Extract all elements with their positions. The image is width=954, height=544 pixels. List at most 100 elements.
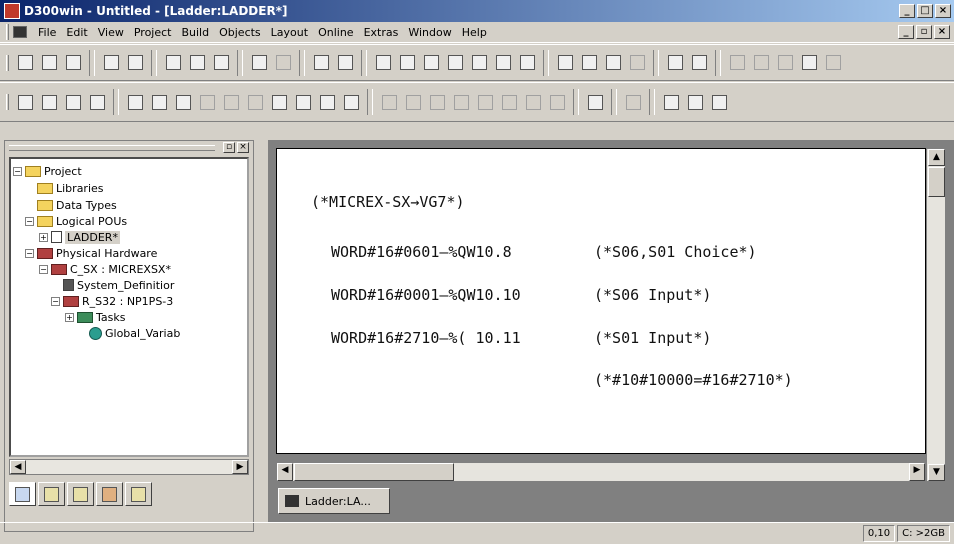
pointer-icon[interactable]: [148, 91, 170, 113]
open-contact-icon[interactable]: [378, 91, 400, 113]
expand-icon[interactable]: +: [39, 232, 48, 242]
expand-icon[interactable]: +: [65, 312, 74, 322]
new-icon[interactable]: [14, 52, 36, 74]
variables-tab-icon[interactable]: [125, 482, 152, 506]
pane-splitter[interactable]: [258, 140, 266, 532]
maximize-button[interactable]: □: [917, 4, 933, 18]
undo-icon[interactable]: [248, 52, 270, 74]
assign-line-1[interactable]: WORD#16#0601—%QW10.8: [331, 243, 512, 261]
build-icon[interactable]: [492, 52, 514, 74]
collapse-icon[interactable]: −: [51, 296, 60, 306]
menu-extras[interactable]: Extras: [359, 26, 404, 39]
paste-icon[interactable]: [210, 52, 232, 74]
variable-icon[interactable]: [798, 52, 820, 74]
menu-file[interactable]: File: [33, 26, 61, 39]
pou-icon[interactable]: [14, 91, 36, 113]
pane-restore-button[interactable]: ▫: [223, 142, 235, 153]
app-icon[interactable]: [4, 3, 20, 19]
editor-vertical-scrollbar[interactable]: ▲ ▼: [926, 148, 946, 482]
jump-icon[interactable]: [244, 91, 266, 113]
collapse-icon[interactable]: −: [13, 166, 22, 176]
block-insert-icon[interactable]: [660, 91, 682, 113]
diagram-icon[interactable]: [822, 52, 844, 74]
scroll-right-icon[interactable]: ▶: [232, 460, 248, 474]
tree-node-libraries[interactable]: Libraries: [37, 180, 104, 196]
contact-icon[interactable]: [774, 52, 796, 74]
menu-window[interactable]: Window: [403, 26, 456, 39]
pou-close-icon[interactable]: [86, 91, 108, 113]
return-icon[interactable]: [684, 91, 706, 113]
scroll-right-icon[interactable]: ▶: [909, 463, 925, 481]
tree-node-tasks[interactable]: + Tasks: [65, 309, 125, 325]
neg-edge-icon[interactable]: [450, 91, 472, 113]
output-icon[interactable]: [622, 91, 644, 113]
minimize-button[interactable]: _: [899, 4, 915, 18]
window-icon[interactable]: [396, 52, 418, 74]
grid-tab-icon[interactable]: [96, 482, 123, 506]
scroll-thumb[interactable]: [294, 463, 454, 481]
pou-open-icon[interactable]: [62, 91, 84, 113]
comment-line-1[interactable]: (*S06,S01 Choice*): [594, 243, 757, 261]
pos-edge-icon[interactable]: [426, 91, 448, 113]
ladder-editor[interactable]: (*MICREX-SX→VG7*) WORD#16#0601—%QW10.8 (…: [276, 148, 926, 454]
scroll-thumb[interactable]: [928, 167, 945, 197]
closed-contact-icon[interactable]: [402, 91, 424, 113]
compile-icon[interactable]: [444, 52, 466, 74]
tree-node-resource[interactable]: − R_S32 : NP1PS-3: [51, 293, 173, 309]
menu-grip[interactable]: [6, 24, 9, 40]
tree-node-configuration[interactable]: − C_SX : MICREXSX*: [39, 261, 171, 277]
menu-build[interactable]: Build: [176, 26, 214, 39]
comment-line-4[interactable]: (*#10#10000=#16#2710*): [594, 371, 793, 389]
toolbar-grip[interactable]: [6, 54, 9, 71]
document-menu-icon[interactable]: [13, 26, 27, 38]
pause-icon[interactable]: [750, 52, 772, 74]
menu-edit[interactable]: Edit: [61, 26, 92, 39]
tree-node-physical-hardware[interactable]: − Physical Hardware: [25, 245, 157, 261]
transfer-icon[interactable]: [578, 52, 600, 74]
collapse-icon[interactable]: −: [39, 264, 48, 274]
copy-icon[interactable]: [186, 52, 208, 74]
print-icon[interactable]: [124, 52, 146, 74]
tree-horizontal-scrollbar[interactable]: ◀ ▶: [9, 459, 249, 475]
scroll-up-icon[interactable]: ▲: [928, 149, 945, 166]
save-icon[interactable]: [62, 52, 84, 74]
close-button[interactable]: ×: [935, 4, 951, 18]
collapse-icon[interactable]: −: [25, 216, 34, 226]
comment-title[interactable]: (*MICREX-SX→VG7*): [311, 193, 465, 211]
line-icon[interactable]: [172, 91, 194, 113]
comment-icon[interactable]: [708, 91, 730, 113]
open-icon[interactable]: [38, 52, 60, 74]
pou-new-icon[interactable]: [38, 91, 60, 113]
parallel-icon[interactable]: [584, 91, 606, 113]
library-tab-icon[interactable]: [38, 482, 65, 506]
coil-icon[interactable]: [220, 91, 242, 113]
assign-line-3[interactable]: WORD#16#2710—%( 10.11: [331, 329, 521, 347]
pane-close-button[interactable]: ×: [237, 142, 249, 153]
make-icon[interactable]: [468, 52, 490, 74]
menu-help[interactable]: Help: [457, 26, 492, 39]
wand-icon[interactable]: [420, 52, 442, 74]
zoom-out-icon[interactable]: [334, 52, 356, 74]
left-rail-icon[interactable]: [292, 91, 314, 113]
upload-icon[interactable]: [626, 52, 648, 74]
zoom-in-icon[interactable]: [310, 52, 332, 74]
tree-node-logical-pous[interactable]: − Logical POUs: [25, 213, 127, 229]
book-tab-icon[interactable]: [67, 482, 94, 506]
layout-icon[interactable]: [372, 52, 394, 74]
download-icon[interactable]: [602, 52, 624, 74]
print-preview-icon[interactable]: [100, 52, 122, 74]
editor-horizontal-scrollbar[interactable]: ◀ ▶: [276, 462, 926, 482]
scroll-down-icon[interactable]: ▼: [928, 464, 945, 481]
mdi-restore-button[interactable]: ▫: [916, 25, 932, 39]
collapse-icon[interactable]: −: [25, 248, 34, 258]
coil-set-icon[interactable]: [498, 91, 520, 113]
find-icon[interactable]: [124, 91, 146, 113]
tree-node-system-definition[interactable]: System_Definitior: [63, 277, 174, 293]
menu-objects[interactable]: Objects: [214, 26, 266, 39]
document-tab[interactable]: Ladder:LA...: [278, 488, 390, 514]
debug-icon[interactable]: [664, 52, 686, 74]
comment-line-3[interactable]: (*S01 Input*): [594, 329, 711, 347]
menu-project[interactable]: Project: [129, 26, 177, 39]
toolbar2-grip[interactable]: [6, 94, 9, 110]
redo-icon[interactable]: [272, 52, 294, 74]
